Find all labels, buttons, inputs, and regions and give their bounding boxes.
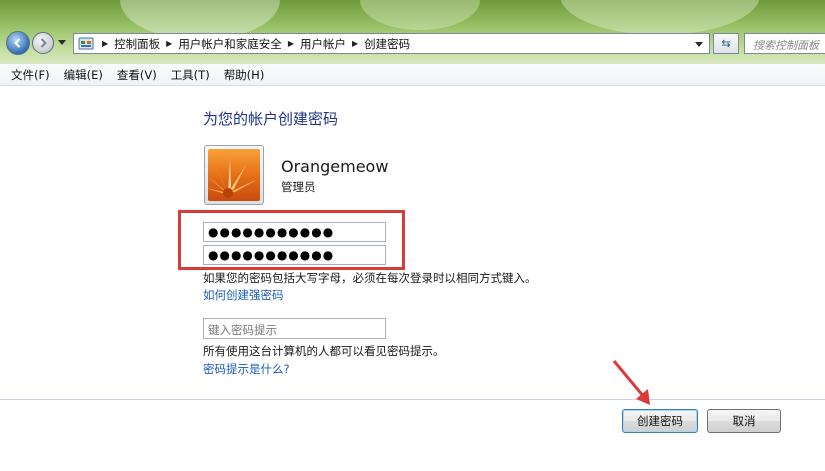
strong-password-link[interactable]: 如何创建强密码	[203, 287, 284, 303]
forward-button[interactable]	[32, 32, 54, 54]
create-password-button[interactable]: 创建密码	[622, 409, 698, 433]
flower-icon	[208, 159, 258, 198]
user-role: 管理员	[281, 180, 316, 194]
breadcrumb-user-accounts-family-safety[interactable]: 用户帐户和家庭安全 ▶	[178, 36, 300, 52]
address-bar[interactable]: ▶ 控制面板 ▶ 用户帐户和家庭安全 ▶ 用户帐户 ▶ 创建密码	[73, 33, 710, 54]
password-hint-help-link[interactable]: 密码提示是什么?	[203, 361, 290, 377]
refresh-icon: ⇆	[721, 37, 731, 50]
control-panel-icon	[78, 37, 94, 49]
breadcrumb-label: 用户帐户和家庭安全	[178, 36, 282, 51]
search-input[interactable]: 搜索控制面板	[744, 33, 825, 54]
cancel-button[interactable]: 取消	[707, 409, 781, 433]
address-dropdown-icon[interactable]	[695, 40, 703, 48]
recent-pages-dropdown-icon[interactable]	[58, 38, 66, 46]
refresh-button[interactable]: ⇆	[713, 33, 739, 54]
menu-file[interactable]: 文件(F)	[4, 67, 57, 83]
breadcrumb-label: 创建密码	[364, 36, 411, 51]
annotation-arrow-icon	[612, 360, 650, 405]
aero-glow	[360, 0, 480, 30]
page-title: 为您的帐户创建密码	[203, 110, 339, 128]
menu-view[interactable]: 查看(V)	[110, 67, 164, 83]
user-name: Orangemeow	[281, 157, 389, 176]
password-hint-input[interactable]: 键入密码提示	[203, 318, 386, 339]
menu-help[interactable]: 帮助(H)	[217, 67, 272, 83]
arrow-left-icon	[14, 38, 21, 48]
hint-visibility-note: 所有使用这台计算机的人都可以看见密码提示。	[203, 344, 445, 358]
breadcrumb-create-password[interactable]: 创建密码	[364, 36, 410, 52]
breadcrumb-root[interactable]: ▶	[100, 39, 114, 48]
arrow-right-icon	[40, 38, 47, 48]
menu-bar: 文件(F) 编辑(E) 查看(V) 工具(T) 帮助(H)	[0, 64, 825, 86]
menu-tools[interactable]: 工具(T)	[164, 67, 217, 83]
breadcrumb-label: 控制面板	[114, 36, 161, 51]
annotation-highlight-box	[178, 210, 405, 270]
avatar	[204, 145, 264, 205]
main-content: 为您的帐户创建密码 Orangemeow 管理员 ●●●●●●●●●●● ●●●…	[0, 87, 825, 471]
back-button[interactable]	[6, 31, 30, 55]
aero-glow	[560, 0, 760, 35]
flower-picture	[208, 149, 260, 201]
window-chrome: ▶ 控制面板 ▶ 用户帐户和家庭安全 ▶ 用户帐户 ▶ 创建密码 ⇆ 搜索控制面板	[0, 0, 825, 64]
breadcrumb-control-panel[interactable]: 控制面板 ▶	[114, 36, 178, 52]
case-sensitivity-note: 如果您的密码包括大写字母，必须在每次登录时以相同方式键入。	[203, 271, 537, 285]
breadcrumb-label: 用户帐户	[299, 36, 346, 51]
breadcrumb-user-accounts[interactable]: 用户帐户 ▶	[300, 36, 364, 52]
menu-edit[interactable]: 编辑(E)	[57, 67, 110, 83]
divider	[0, 399, 825, 400]
